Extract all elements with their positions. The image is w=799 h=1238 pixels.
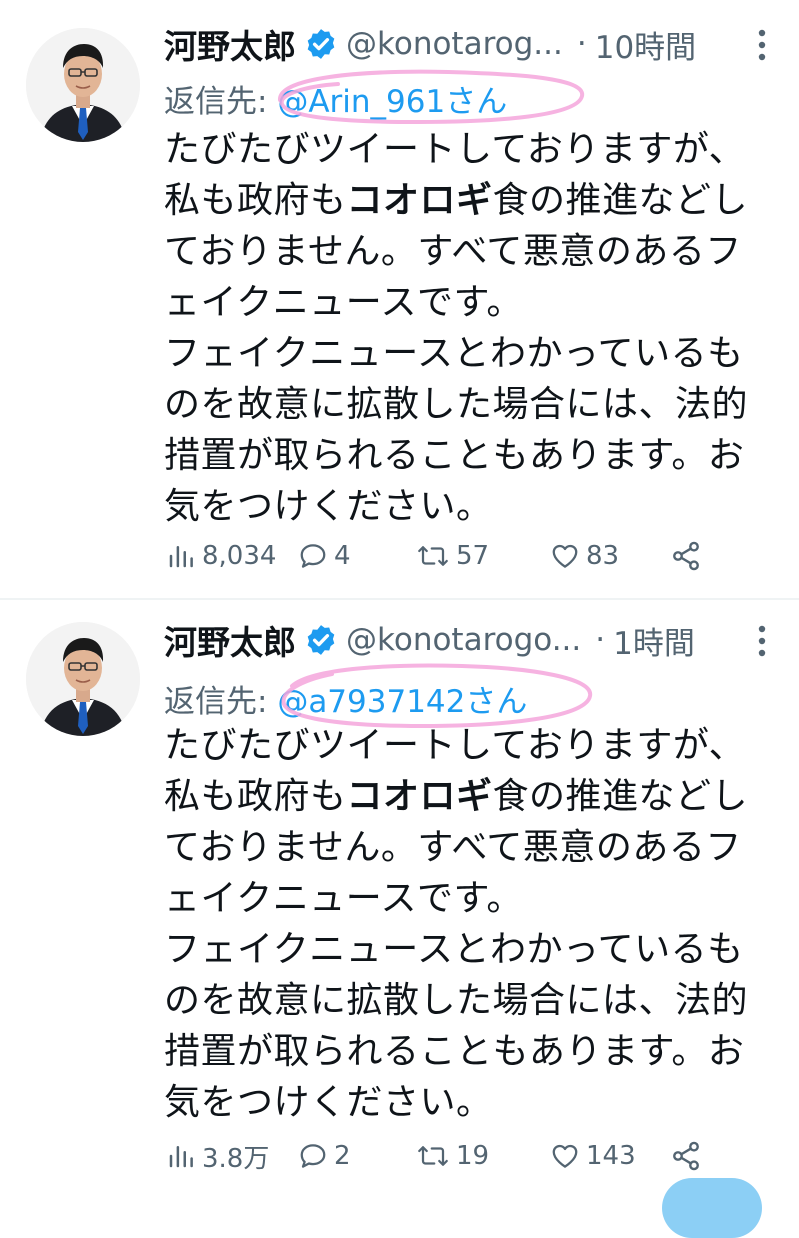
retweet-icon: [418, 1146, 448, 1166]
timestamp[interactable]: 10時間: [595, 22, 696, 67]
reply-icon: [300, 544, 326, 568]
avatar[interactable]: [26, 622, 140, 736]
profile-photo: [26, 28, 140, 142]
text-line: 私も政府もコオロギ食の推進などし: [164, 180, 749, 221]
tweet-header: 河野太郎 @konotarogo... · 1時間: [164, 616, 769, 664]
profile-photo: [26, 622, 140, 736]
display-name[interactable]: 河野太郎: [164, 616, 296, 664]
tweet[interactable]: 河野太郎 @konotarog... · 10時間 返信先: @Arin_961…: [0, 0, 799, 598]
text-line: フェイクニュースとわかっているも: [164, 929, 744, 970]
share-icon: [673, 541, 699, 571]
text-line: たびたびツイートしておりますが、: [164, 725, 746, 766]
share-button[interactable]: [670, 536, 702, 576]
separator-dot: ·: [576, 26, 587, 62]
avatar[interactable]: [26, 28, 140, 142]
retweet-count: 57: [456, 541, 490, 571]
reply-context: 返信先: @a7937142さん: [164, 676, 527, 721]
tweet-header: 河野太郎 @konotarog... · 10時間: [164, 20, 769, 68]
more-vertical-icon[interactable]: [755, 624, 769, 658]
text-line: 措置が取られることもあります。お: [164, 435, 745, 476]
text-line: 気をつけください。: [164, 1082, 493, 1123]
text-line: ェイクニュースです。: [164, 282, 523, 323]
like-button[interactable]: 143: [550, 1136, 636, 1176]
analytics-icon: [169, 1146, 193, 1168]
action-bar: 8,034 4 57 83: [166, 536, 726, 576]
handle[interactable]: @konotarogo...: [346, 622, 581, 658]
reply-count: 4: [334, 541, 351, 571]
action-bar: 3.8万 2 19 143: [166, 1136, 726, 1176]
text-line: たびたびツイートしておりますが、: [164, 129, 746, 170]
compose-fab-button[interactable]: [662, 1178, 762, 1238]
display-name[interactable]: 河野太郎: [164, 20, 296, 68]
share-button[interactable]: [670, 1136, 702, 1176]
text-line: ェイクニュースです。: [164, 878, 523, 919]
like-count: 143: [586, 1141, 636, 1171]
text-line: 措置が取られることもあります。お: [164, 1031, 745, 1072]
reply-icon: [300, 1144, 326, 1168]
text-line: ておりません。すべて悪意のあるフ: [164, 827, 742, 868]
views-count: 3.8万: [202, 1143, 270, 1174]
more-vertical-icon[interactable]: [755, 28, 769, 62]
share-icon: [673, 1141, 699, 1171]
like-button[interactable]: 83: [550, 536, 619, 576]
tweet[interactable]: 河野太郎 @konotarogo... · 1時間 返信先: @a7937142…: [0, 600, 799, 1200]
analytics-icon: [169, 546, 193, 568]
reply-label: 返信先:: [164, 684, 268, 720]
retweet-count: 19: [456, 1141, 490, 1171]
reply-count: 2: [334, 1141, 351, 1171]
reply-label: 返信先:: [164, 84, 268, 120]
like-count: 83: [586, 541, 620, 571]
reply-mention-link[interactable]: @a7937142さん: [277, 684, 527, 720]
tweet-text: たびたびツイートしておりますが、 私も政府もコオロギ食の推進などし ておりません…: [164, 124, 764, 532]
views-button[interactable]: 3.8万: [166, 1136, 269, 1176]
reply-mention-link[interactable]: @Arin_961さん: [277, 84, 507, 120]
heart-icon: [552, 544, 578, 568]
handle[interactable]: @konotarog...: [346, 26, 563, 62]
verified-badge-icon: [307, 625, 335, 655]
text-line: ておりません。すべて悪意のあるフ: [164, 231, 742, 272]
verified-badge-icon: [307, 29, 335, 59]
timestamp[interactable]: 1時間: [613, 618, 695, 663]
heart-icon: [552, 1144, 578, 1168]
text-line: 私も政府もコオロギ食の推進などし: [164, 776, 749, 817]
reply-button[interactable]: 4: [298, 536, 351, 576]
text-line: のを故意に拡散した場合には、法的: [164, 384, 749, 425]
views-button[interactable]: 8,034: [166, 536, 276, 576]
views-count: 8,034: [202, 541, 277, 571]
tweet-text: たびたびツイートしておりますが、 私も政府もコオロギ食の推進などし ておりません…: [164, 720, 764, 1128]
text-line: のを故意に拡散した場合には、法的: [164, 980, 749, 1021]
retweet-button[interactable]: 57: [416, 536, 489, 576]
retweet-button[interactable]: 19: [416, 1136, 489, 1176]
retweet-icon: [418, 546, 448, 566]
text-line: 気をつけください。: [164, 486, 493, 527]
reply-button[interactable]: 2: [298, 1136, 351, 1176]
text-line: フェイクニュースとわかっているも: [164, 333, 744, 374]
reply-context: 返信先: @Arin_961さん: [164, 76, 507, 121]
separator-dot: ·: [595, 622, 606, 658]
